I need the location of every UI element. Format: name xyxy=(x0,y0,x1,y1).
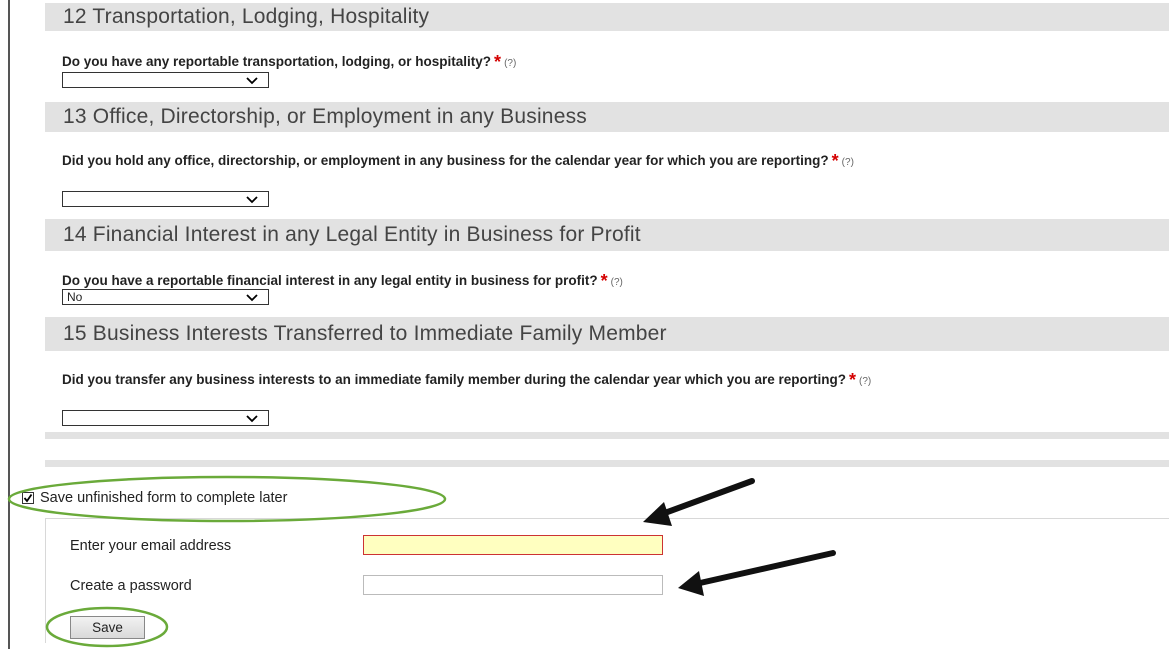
highlight-circle-checkbox xyxy=(7,475,447,523)
annotation-overlay xyxy=(7,475,836,648)
arrow-icon xyxy=(643,478,755,526)
highlight-circle-save-button xyxy=(45,606,169,648)
arrow-icon xyxy=(678,550,836,596)
